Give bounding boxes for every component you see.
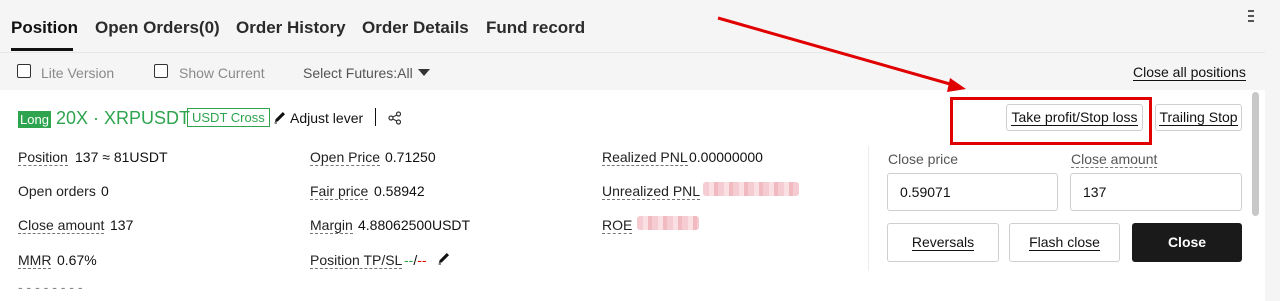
flash-close-label: Flash close bbox=[1029, 234, 1100, 251]
reversals-label: Reversals bbox=[911, 234, 975, 251]
chevron-down-icon[interactable] bbox=[418, 69, 430, 76]
trailing-stop-label: Trailing Stop bbox=[1159, 109, 1238, 126]
fair-price-value: 0.58942 bbox=[374, 183, 425, 199]
flash-close-button[interactable]: Flash close bbox=[1009, 223, 1120, 262]
margin-mode-badge: USDT Cross bbox=[187, 108, 270, 127]
pencil-icon[interactable] bbox=[273, 110, 287, 124]
position-symbol: 20X · XRPUSDT bbox=[56, 108, 191, 128]
close-button[interactable]: Close bbox=[1132, 223, 1242, 262]
open-orders-label: Open orders bbox=[18, 183, 96, 199]
show-current-checkbox[interactable] bbox=[154, 64, 168, 78]
menu-icon[interactable] bbox=[1247, 10, 1255, 24]
active-tab-indicator bbox=[11, 48, 73, 51]
tab-order-details[interactable]: Order Details bbox=[362, 18, 469, 38]
sl-value: -- bbox=[417, 252, 427, 268]
filter-bar: Lite Version Show Current Select Futures… bbox=[0, 53, 1265, 89]
close-amount-input-label: Close amount bbox=[1071, 151, 1158, 168]
clipped-row: - - - - - - - - bbox=[18, 287, 83, 295]
redacted-roe bbox=[637, 216, 699, 230]
close-price-input[interactable] bbox=[887, 173, 1058, 211]
roe-label: ROE bbox=[602, 217, 633, 234]
mmr-label: MMR bbox=[18, 252, 52, 269]
realized-pnl-label: Realized PNL bbox=[602, 149, 688, 166]
tpsl-value: --/-- bbox=[404, 252, 427, 268]
tab-order-history[interactable]: Order History bbox=[236, 18, 346, 38]
tab-bar: Position Open Orders(0) Order History Or… bbox=[0, 0, 1265, 53]
position-label: Position bbox=[18, 149, 68, 166]
close-all-positions-link[interactable]: Close all positions bbox=[1133, 64, 1246, 81]
reversals-button[interactable]: Reversals bbox=[887, 223, 999, 262]
position-value: 137 ≈ 81USDT bbox=[75, 149, 168, 165]
tp-value: -- bbox=[404, 252, 414, 268]
realized-pnl-value: 0.00000000 bbox=[689, 149, 763, 165]
show-current-label: Show Current bbox=[179, 65, 265, 81]
open-price-value: 0.71250 bbox=[385, 149, 436, 165]
pencil-icon[interactable] bbox=[437, 251, 451, 265]
mmr-value: 0.67% bbox=[57, 252, 97, 268]
scrollbar-thumb[interactable] bbox=[1252, 92, 1259, 216]
lite-version-label: Lite Version bbox=[41, 65, 115, 81]
open-price-label: Open Price bbox=[310, 149, 381, 166]
trailing-stop-button[interactable]: Trailing Stop bbox=[1155, 104, 1242, 131]
lite-version-checkbox[interactable] bbox=[17, 64, 31, 78]
fair-price-label: Fair price bbox=[310, 183, 369, 200]
close-price-label: Close price bbox=[888, 151, 959, 167]
close-amount-input[interactable] bbox=[1070, 173, 1242, 211]
column-divider bbox=[868, 146, 869, 271]
redacted-unrealized-pnl bbox=[703, 182, 799, 196]
open-orders-value: 0 bbox=[101, 183, 109, 199]
tab-fund-record[interactable]: Fund record bbox=[486, 18, 585, 38]
unrealized-pnl-label: Unrealized PNL bbox=[602, 183, 701, 200]
scrollbar[interactable] bbox=[1252, 92, 1259, 216]
tab-position[interactable]: Position bbox=[11, 18, 78, 38]
tab-open-orders[interactable]: Open Orders(0) bbox=[95, 18, 220, 38]
annotation-highlight-box bbox=[950, 97, 1152, 145]
share-icon[interactable] bbox=[388, 111, 402, 125]
adjust-lever-button[interactable]: Adjust lever bbox=[290, 110, 363, 126]
select-futures-dropdown[interactable]: Select Futures:All bbox=[303, 65, 413, 81]
side-badge: Long bbox=[18, 111, 51, 128]
margin-label: Margin bbox=[310, 217, 353, 234]
close-amount-label: Close amount bbox=[18, 217, 105, 234]
divider bbox=[375, 108, 376, 126]
margin-value: 4.88062500USDT bbox=[358, 217, 471, 233]
tpsl-label: Position TP/SL bbox=[310, 252, 403, 269]
close-amount-value: 137 bbox=[110, 217, 134, 233]
